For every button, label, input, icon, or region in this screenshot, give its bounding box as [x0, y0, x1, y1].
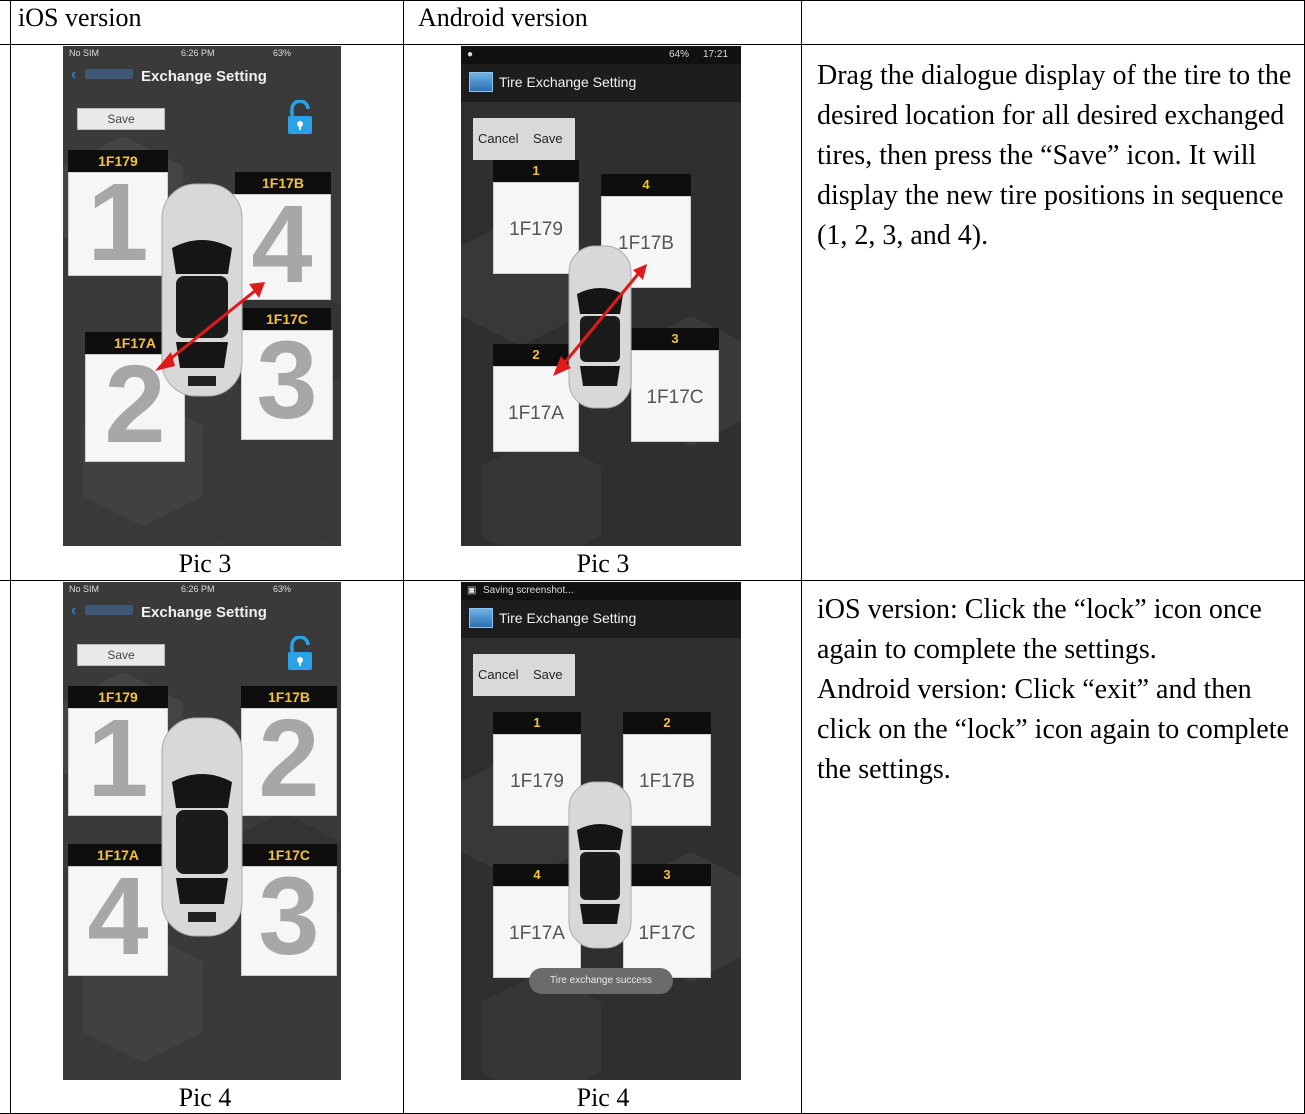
- table-col-divider-1: [403, 0, 404, 1114]
- status-notification: Saving screenshot...: [483, 585, 574, 596]
- ios-screenshot-pic3: No SIM 6:26 PM 63% ‹ Exchange Setting Sa…: [63, 46, 341, 546]
- tire-card[interactable]: 1F17C: [623, 886, 711, 978]
- tire-number-label: 2: [623, 712, 711, 734]
- tire-card[interactable]: 3: [241, 862, 337, 976]
- table-border-top: [0, 0, 1305, 1]
- swap-arrow-icon: [553, 264, 647, 376]
- status-carrier: No SIM: [69, 584, 100, 594]
- instruction-android: Android version: Click “exit” and then c…: [817, 674, 1289, 785]
- android-screenshot-pic3: ● 64% 17:21 Tire Exchange Setting Cancel…: [461, 46, 741, 546]
- caption-ios-pic4: Pic 4: [178, 1083, 232, 1112]
- status-time: 6:26 PM: [181, 584, 215, 594]
- caption-android-pic3: Pic 3: [576, 549, 630, 578]
- status-battery: 63%: [273, 584, 292, 594]
- cancel-button[interactable]: Cancel: [478, 667, 518, 682]
- save-button[interactable]: Save: [533, 667, 563, 682]
- ios-nav-bar: ‹ Exchange Setting: [63, 596, 341, 632]
- caption-android-pic4: Pic 4: [576, 1083, 630, 1112]
- tire-card[interactable]: 4: [68, 862, 168, 976]
- page-title: Exchange Setting: [141, 604, 267, 621]
- tire-card[interactable]: 1F17B: [623, 734, 711, 826]
- car-top-view-image: [568, 781, 632, 949]
- android-title-bar: Tire Exchange Setting: [461, 600, 741, 638]
- ios-status-bar: No SIM 6:26 PM 63%: [63, 582, 341, 596]
- chevron-left-icon[interactable]: ‹: [71, 602, 76, 620]
- header-ios-version: iOS version: [18, 3, 142, 32]
- instruction-ios: iOS version: Click the “lock” icon once …: [817, 594, 1262, 665]
- table-border-header: [0, 44, 1305, 45]
- table-border-row-divider: [0, 580, 1305, 581]
- android-status-bar: ▣ Saving screenshot...: [461, 582, 741, 600]
- tire-card[interactable]: 1: [68, 704, 168, 816]
- back-button-label[interactable]: [85, 605, 133, 615]
- tire-number-label: 3: [623, 864, 711, 886]
- tire-number-label: 1: [493, 712, 581, 734]
- header-android-version: Android version: [418, 3, 588, 32]
- page-title: Tire Exchange Setting: [499, 610, 637, 626]
- instruction-table: iOS version Android version No SIM 6:26 …: [0, 0, 1305, 1114]
- tpms-app-logo-icon: [469, 608, 493, 628]
- android-screenshot-pic4: ▣ Saving screenshot... Tire Exchange Set…: [461, 582, 741, 1080]
- car-top-view-image: [161, 717, 243, 937]
- unlocked-padlock-icon[interactable]: [285, 636, 315, 672]
- table-col-divider-2: [801, 0, 802, 1114]
- instruction-text-row2: iOS version: Click the “lock” icon once …: [817, 590, 1299, 790]
- ios-screenshot-pic4: No SIM 6:26 PM 63% ‹ Exchange Setting Sa…: [63, 582, 341, 1080]
- android-button-bar: Cancel Save: [473, 654, 575, 696]
- save-button[interactable]: Save: [77, 644, 165, 666]
- tire-card[interactable]: 2: [241, 704, 337, 816]
- instruction-text-row1: Drag the dialogue display of the tire to…: [817, 60, 1292, 251]
- screenshot-icon: ▣: [467, 585, 477, 596]
- toast-message: Tire exchange success: [529, 968, 673, 994]
- swap-arrow-icon: [155, 282, 265, 371]
- caption-ios-pic3: Pic 3: [178, 549, 232, 578]
